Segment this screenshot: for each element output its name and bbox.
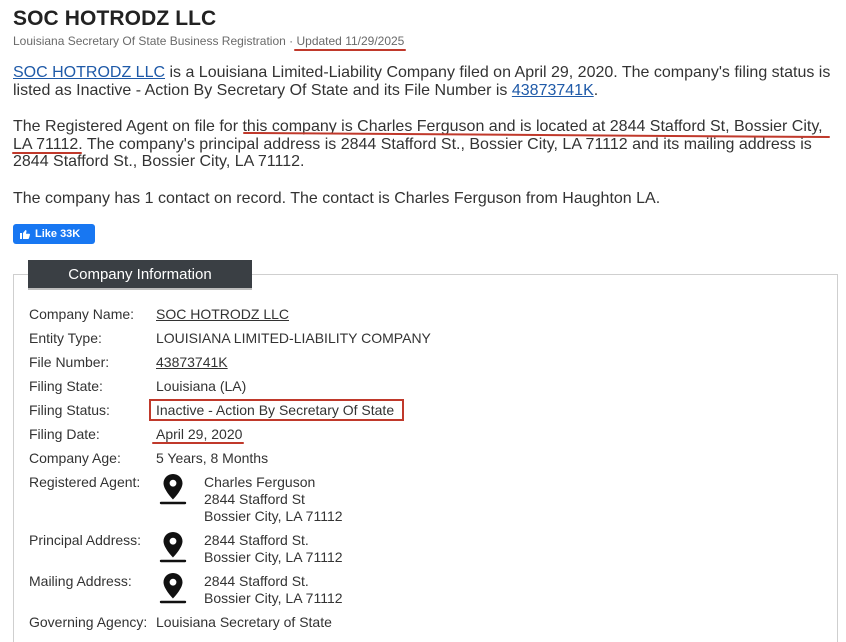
intro-text-1-end: . (593, 81, 599, 99)
filing-date-value: April 29, 2020 (156, 426, 243, 442)
file-number-link[interactable]: 43873741K (512, 82, 594, 99)
registered-agent-city: Bossier City, LA 71112 (204, 508, 343, 524)
annotation-box-filing-status (149, 399, 404, 421)
thumbs-up-icon (20, 230, 30, 239)
principal-address-street: 2844 Stafford St. (204, 532, 309, 548)
intro-text-2c: LA 71112 (13, 135, 79, 153)
map-pin-icon[interactable] (158, 571, 188, 605)
page-subtitle: Louisiana Secretary Of State Business Re… (13, 34, 404, 48)
map-pin-icon[interactable] (158, 530, 188, 564)
entity-type-label: Entity Type: (29, 330, 102, 346)
filing-state-label: Filing State: (29, 378, 103, 394)
governing-agency-value: Louisiana Secretary of State (156, 614, 332, 630)
file-number-value[interactable]: 43873741K (156, 354, 228, 370)
company-age-label: Company Age: (29, 450, 121, 466)
entity-type-value: LOUISIANA LIMITED-LIABILITY COMPANY (156, 330, 431, 346)
company-name-label: Company Name: (29, 306, 135, 322)
file-number-label: File Number: (29, 354, 110, 370)
filing-date-label: Filing Date: (29, 426, 100, 442)
company-name-link[interactable]: SOC HOTRODZ LLC (13, 64, 165, 81)
mailing-address-label: Mailing Address: (29, 573, 132, 589)
company-age-value: 5 Years, 8 Months (156, 450, 269, 466)
principal-address-label: Principal Address: (29, 532, 142, 548)
facebook-like-button[interactable]: Like 33K (13, 224, 95, 244)
page-title: SOC HOTRODZ LLC (13, 7, 217, 30)
intro-paragraph-1: SOC HOTRODZ LLC is a Louisiana Limited-L… (13, 64, 835, 99)
registered-agent-street: 2844 Stafford St (204, 491, 305, 507)
mailing-address-city: Bossier City, LA 71112 (204, 590, 343, 606)
intro-paragraph-3: The company has 1 contact on record. The… (13, 190, 661, 207)
principal-address-city: Bossier City, LA 71112 (204, 549, 343, 565)
governing-agency-label: Governing Agency: (29, 614, 148, 630)
annotation-underline-filing-date (152, 442, 244, 444)
map-pin-icon[interactable] (158, 472, 188, 506)
intro-paragraph-2: The Registered Agent on file for this co… (13, 118, 835, 171)
annotation-underline-updated (294, 49, 406, 51)
annotation-underline-agent-2 (12, 152, 82, 154)
registered-agent-label: Registered Agent: (29, 474, 141, 490)
registered-agent-name: Charles Ferguson (204, 474, 316, 490)
company-name-value[interactable]: SOC HOTRODZ LLC (156, 306, 289, 322)
facebook-like-label: Like 33K (35, 228, 81, 240)
tab-company-information[interactable]: Company Information (28, 260, 252, 289)
intro-text-2a: The Registered Agent on file for (13, 118, 243, 135)
filing-status-label: Filing Status: (29, 402, 110, 418)
intro-text-2d: . The company's principal address is 284… (13, 135, 812, 171)
tab-shadow (28, 288, 252, 290)
filing-state-value: Louisiana (LA) (156, 378, 247, 394)
subtitle-source: Louisiana Secretary Of State Business Re… (13, 34, 297, 48)
updated-date: Updated 11/29/2025 (296, 34, 405, 48)
mailing-address-street: 2844 Stafford St. (204, 573, 309, 589)
